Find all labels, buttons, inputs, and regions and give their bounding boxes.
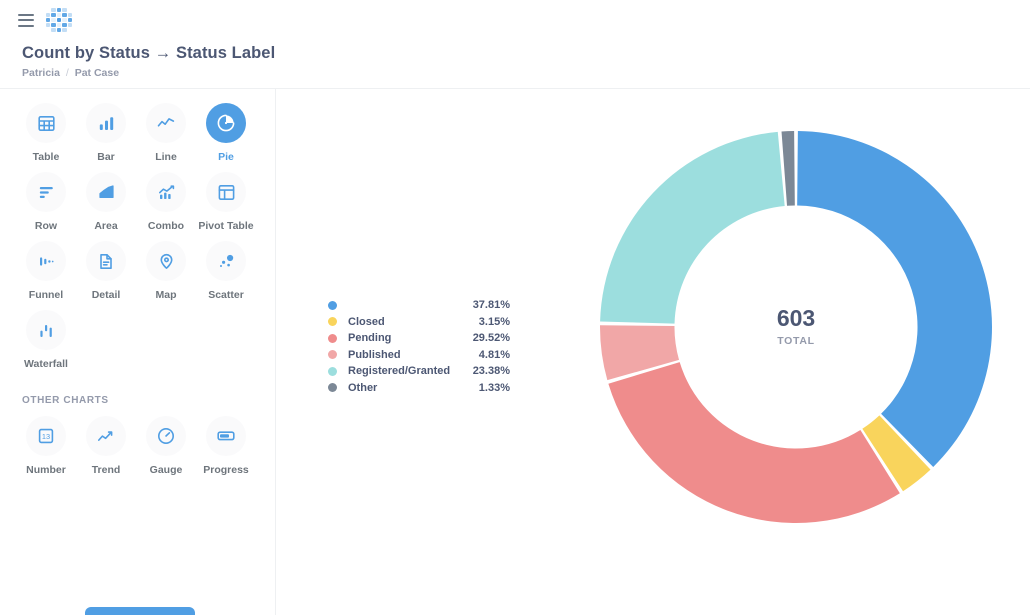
- sidebar-primary-button[interactable]: [85, 607, 195, 615]
- map-pin-icon: [146, 241, 186, 281]
- pie-legend: 37.81% Closed 3.15% Pending 29.52% Published 4…: [328, 297, 510, 396]
- chart-type-combo[interactable]: Combo: [136, 172, 196, 241]
- page-header: Count by Status → Status Label Patricia …: [22, 44, 275, 79]
- chart-type-label: Map: [155, 289, 177, 301]
- legend-label: Published: [348, 348, 401, 361]
- chart-type-pivot-table[interactable]: Pivot Table: [196, 172, 256, 241]
- chart-type-label: Progress: [203, 464, 249, 476]
- breadcrumb-collection[interactable]: Patricia: [22, 67, 60, 79]
- chart-type-number[interactable]: 13 Number: [16, 416, 76, 485]
- legend-percent: 4.81%: [478, 348, 510, 361]
- chart-type-label: Row: [34, 220, 58, 232]
- area-chart-icon: [86, 172, 126, 212]
- table-icon: [26, 103, 66, 143]
- combo-chart-icon: [146, 172, 186, 212]
- legend-color-dot: [328, 350, 337, 360]
- chart-type-label: Trend: [91, 464, 121, 476]
- chart-type-label: Combo: [147, 220, 185, 232]
- chart-type-label: Pie: [218, 151, 234, 163]
- breadcrumb-separator: /: [65, 67, 69, 79]
- breadcrumb: Patricia / Pat Case: [22, 67, 275, 79]
- donut-svg[interactable]: [576, 107, 1016, 547]
- legend-color-dot: [328, 317, 337, 327]
- legend-item[interactable]: Closed 3.15%: [328, 314, 510, 331]
- legend-item[interactable]: 37.81%: [328, 297, 510, 314]
- chart-type-label: Number: [26, 464, 66, 476]
- breadcrumb-item[interactable]: Pat Case: [75, 67, 119, 79]
- app-root: Count by Status → Status Label Patricia …: [0, 0, 1030, 615]
- donut-chart[interactable]: 603 TOTAL: [576, 107, 1016, 547]
- number-icon: 13: [26, 416, 66, 456]
- funnel-icon: [26, 241, 66, 281]
- donut-slice[interactable]: [608, 362, 900, 523]
- legend-item[interactable]: Registered/Granted 23.38%: [328, 363, 510, 380]
- chart-type-table[interactable]: Table: [16, 103, 76, 172]
- pie-chart-icon: [206, 103, 246, 143]
- chart-type-label: Pivot Table: [198, 220, 254, 232]
- top-bar: [0, 0, 1030, 40]
- chart-type-label: Table: [32, 151, 60, 163]
- waterfall-icon: [26, 310, 66, 350]
- legend-label: Other: [348, 381, 378, 394]
- chart-type-line[interactable]: Line: [136, 103, 196, 172]
- chart-type-pie[interactable]: Pie: [196, 103, 256, 172]
- donut-slice[interactable]: [797, 131, 992, 467]
- pivot-table-icon: [206, 172, 246, 212]
- legend-item[interactable]: Pending 29.52%: [328, 330, 510, 347]
- donut-slice[interactable]: [600, 131, 785, 324]
- chart-type-label: Detail: [91, 289, 121, 301]
- page-title: Count by Status → Status Label: [22, 44, 276, 62]
- chart-type-area[interactable]: Area: [76, 172, 136, 241]
- chart-type-trend[interactable]: Trend: [76, 416, 136, 485]
- legend-color-dot: [328, 383, 337, 393]
- legend-color-dot: [328, 300, 337, 310]
- legend-item[interactable]: Other 1.33%: [328, 380, 510, 397]
- chart-type-label: Area: [94, 220, 118, 232]
- hamburger-icon[interactable]: [18, 13, 34, 27]
- legend-label: Pending: [348, 332, 392, 345]
- chart-type-label: Scatter: [208, 289, 244, 301]
- chart-type-gauge[interactable]: Gauge: [136, 416, 196, 485]
- chart-type-label: Bar: [97, 151, 115, 163]
- bar-chart-icon: [86, 103, 126, 143]
- chart-type-grid: Table Bar Line Pie Row Area Combo Pivot Table Fu…: [0, 103, 275, 379]
- legend-color-dot: [328, 333, 337, 343]
- metabase-dots-logo[interactable]: [46, 8, 72, 32]
- chart-type-label: Line: [155, 151, 177, 163]
- legend-percent: 3.15%: [478, 315, 510, 328]
- chart-type-waterfall[interactable]: Waterfall: [16, 310, 76, 379]
- detail-doc-icon: [86, 241, 126, 281]
- other-chart-type-grid: 13 Number Trend Gauge Progress: [0, 416, 275, 485]
- chart-type-bar[interactable]: Bar: [76, 103, 136, 172]
- legend-percent: 29.52%: [472, 332, 510, 345]
- chart-type-scatter[interactable]: Scatter: [196, 241, 256, 310]
- chart-type-row[interactable]: Row: [16, 172, 76, 241]
- gauge-icon: [146, 416, 186, 456]
- row-chart-icon: [26, 172, 66, 212]
- chart-type-label: Gauge: [149, 464, 183, 476]
- scatter-plot-icon: [206, 241, 246, 281]
- legend-percent: 37.81%: [472, 299, 510, 312]
- chart-type-progress[interactable]: Progress: [196, 416, 256, 485]
- visualization-sidebar: Table Bar Line Pie Row Area Combo Pivot Table Fu…: [0, 89, 275, 615]
- chart-type-detail[interactable]: Detail: [76, 241, 136, 310]
- legend-percent: 23.38%: [472, 365, 510, 378]
- legend-percent: 1.33%: [478, 381, 510, 394]
- legend-label: Registered/Granted: [348, 365, 451, 378]
- trend-icon: [86, 416, 126, 456]
- visualization-canvas: 37.81% Closed 3.15% Pending 29.52% Published 4…: [276, 89, 1030, 615]
- chart-type-label: Funnel: [28, 289, 64, 301]
- legend-item[interactable]: Published 4.81%: [328, 347, 510, 364]
- svg-text:13: 13: [42, 432, 50, 441]
- chart-type-funnel[interactable]: Funnel: [16, 241, 76, 310]
- chart-type-label: Waterfall: [24, 358, 68, 370]
- progress-icon: [206, 416, 246, 456]
- line-chart-icon: [146, 103, 186, 143]
- chart-type-map[interactable]: Map: [136, 241, 196, 310]
- other-charts-label: OTHER CHARTS: [22, 395, 109, 406]
- legend-label: Closed: [348, 315, 385, 328]
- legend-color-dot: [328, 366, 337, 376]
